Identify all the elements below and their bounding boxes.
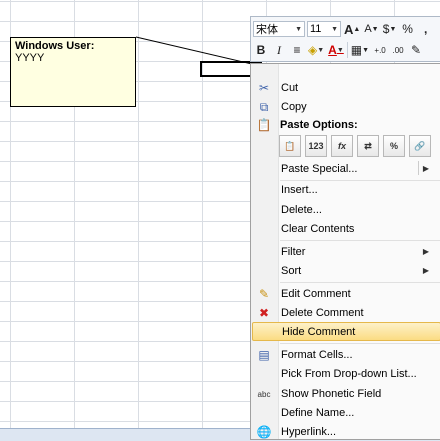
center-align-button[interactable]: ≡	[289, 41, 305, 59]
paste-transpose-icon[interactable]: ⇄	[357, 135, 379, 157]
scissors-icon: ✂	[258, 81, 270, 95]
paste-formatting-icon[interactable]: %	[383, 135, 405, 157]
chevron-down-icon: ▼	[331, 25, 338, 33]
shrink-font-icon: A	[364, 23, 372, 35]
menu-separator	[280, 282, 440, 283]
menu-separator	[280, 343, 440, 344]
italic-icon: I	[277, 42, 281, 57]
mini-toolbar: 宋体 ▼ 11 ▼ A ▲ A ▼ $ ▼ % , B I ≡ ◈ ▼ A ▼ ▦ ▼ +.…	[250, 16, 440, 62]
format-painter-icon: ✎	[411, 43, 422, 57]
borders-button[interactable]: ▦ ▼	[350, 41, 370, 59]
menu-item-edit-comment[interactable]: ✎ Edit Comment	[252, 284, 440, 303]
menu-item-clear-contents[interactable]: Clear Contents	[252, 219, 440, 238]
paste-values-icon[interactable]: 123	[305, 135, 327, 157]
shrink-font-button[interactable]: A ▼	[363, 20, 379, 38]
menu-item-define-name[interactable]: Define Name...	[252, 403, 440, 422]
paste-options-header: Paste Options:	[280, 119, 358, 131]
grow-font-button[interactable]: A ▲	[343, 20, 361, 38]
comment-author: Windows User:	[15, 40, 95, 52]
submenu-arrow-icon: ▶	[422, 164, 429, 173]
font-size-dropdown[interactable]: 11 ▼	[307, 21, 341, 37]
menu-item-label: Hyperlink...	[281, 425, 337, 438]
chevron-down-icon: ▼	[295, 25, 302, 33]
paste-link-icon[interactable]: 🔗	[409, 135, 431, 157]
menu-item-hyperlink[interactable]: 🌐 Hyperlink...	[252, 422, 440, 441]
font-size-value: 11	[310, 23, 322, 35]
currency-icon: $	[382, 22, 390, 36]
font-color-button[interactable]: A ▼	[327, 41, 345, 59]
menu-item-sort[interactable]: Sort ▶	[252, 261, 440, 280]
submenu-arrow-icon: ▶	[422, 266, 429, 275]
decrease-decimal-button[interactable]: .00	[390, 41, 406, 59]
cell-comment-box[interactable]: Windows User: YYYY	[10, 37, 136, 107]
hyperlink-globe-icon: 🌐	[256, 425, 272, 439]
comment-text: YYYY	[15, 52, 45, 64]
clipboard-icon: 📋	[256, 118, 272, 132]
phonetic-icon: abc	[257, 389, 271, 399]
menu-item-label: Copy	[281, 100, 307, 113]
menu-item-label: Clear Contents	[281, 222, 355, 235]
italic-button[interactable]: I	[271, 41, 287, 59]
menu-item-format-cells[interactable]: ▤ Format Cells...	[252, 345, 440, 364]
menu-item-delete-comment[interactable]: ✖ Delete Comment	[252, 303, 440, 322]
format-painter-button[interactable]: ✎	[408, 41, 424, 59]
format-cells-icon: ▤	[258, 348, 270, 362]
fill-color-button[interactable]: ◈ ▼	[307, 41, 325, 59]
submenu-arrow-icon: ▶	[422, 247, 429, 256]
menu-item-filter[interactable]: Filter ▶	[252, 242, 440, 261]
menu-item-copy[interactable]: ⧉ Copy	[252, 97, 440, 116]
menu-item-show-phonetic[interactable]: abc Show Phonetic Field	[252, 384, 440, 403]
comma-style-button[interactable]: ,	[418, 20, 434, 38]
font-color-icon: A	[328, 43, 337, 57]
menu-item-label: Cut	[281, 81, 299, 94]
menu-item-delete[interactable]: Delete...	[252, 200, 440, 219]
menu-item-label: Show Phonetic Field	[281, 387, 382, 400]
bold-icon: B	[256, 43, 266, 57]
split-divider	[418, 161, 419, 175]
font-name-value: 宋体	[256, 24, 278, 36]
fill-bucket-icon: ◈	[308, 43, 318, 57]
percent-button[interactable]: %	[400, 20, 416, 38]
increase-decimal-icon: +.0	[374, 45, 386, 55]
menu-item-label: Sort	[281, 264, 302, 277]
menu-item-paste-special[interactable]: Paste Special... ▶	[252, 159, 440, 178]
font-name-dropdown[interactable]: 宋体 ▼	[253, 21, 305, 37]
menu-separator	[280, 240, 440, 241]
menu-item-label: Delete Comment	[281, 306, 364, 319]
menu-item-label: Filter	[281, 245, 306, 258]
paste-icon[interactable]: 📋	[279, 135, 301, 157]
menu-item-label: Pick From Drop-down List...	[281, 367, 417, 380]
grow-font-icon: A	[344, 21, 354, 37]
menu-item-label: Format Cells...	[281, 348, 353, 361]
menu-item-label: Define Name...	[281, 406, 355, 419]
copy-icon: ⧉	[259, 99, 269, 114]
percent-icon: %	[402, 22, 413, 36]
align-center-icon: ≡	[293, 43, 301, 57]
bold-button[interactable]: B	[253, 41, 269, 59]
context-menu: ✂ Cut ⧉ Copy 📋 Paste Options: 📋 123 fx ⇄…	[250, 63, 440, 440]
menu-item-label: Insert...	[281, 183, 318, 196]
borders-icon: ▦	[350, 43, 363, 57]
menu-item-label: Edit Comment	[281, 287, 351, 300]
paste-formulas-icon[interactable]: fx	[331, 135, 353, 157]
menu-item-label: Hide Comment	[282, 325, 356, 338]
paste-options-icons: 📋 123 fx ⇄ % 🔗	[279, 135, 431, 157]
increase-decimal-button[interactable]: +.0	[372, 41, 388, 59]
menu-item-cut[interactable]: ✂ Cut	[252, 78, 440, 97]
menu-item-hide-comment[interactable]: Hide Comment	[252, 322, 440, 341]
decrease-decimal-icon: .00	[392, 45, 404, 55]
currency-button[interactable]: $ ▼	[382, 20, 398, 38]
menu-item-label: Delete...	[281, 203, 322, 216]
menu-item-label: Paste Special...	[281, 162, 358, 175]
delete-comment-icon: ✖	[258, 306, 270, 320]
menu-item-pick-from-list[interactable]: Pick From Drop-down List...	[252, 364, 440, 383]
edit-comment-icon: ✎	[258, 287, 270, 301]
toolbar-separator	[346, 42, 348, 58]
menu-item-insert[interactable]: Insert...	[252, 180, 440, 199]
